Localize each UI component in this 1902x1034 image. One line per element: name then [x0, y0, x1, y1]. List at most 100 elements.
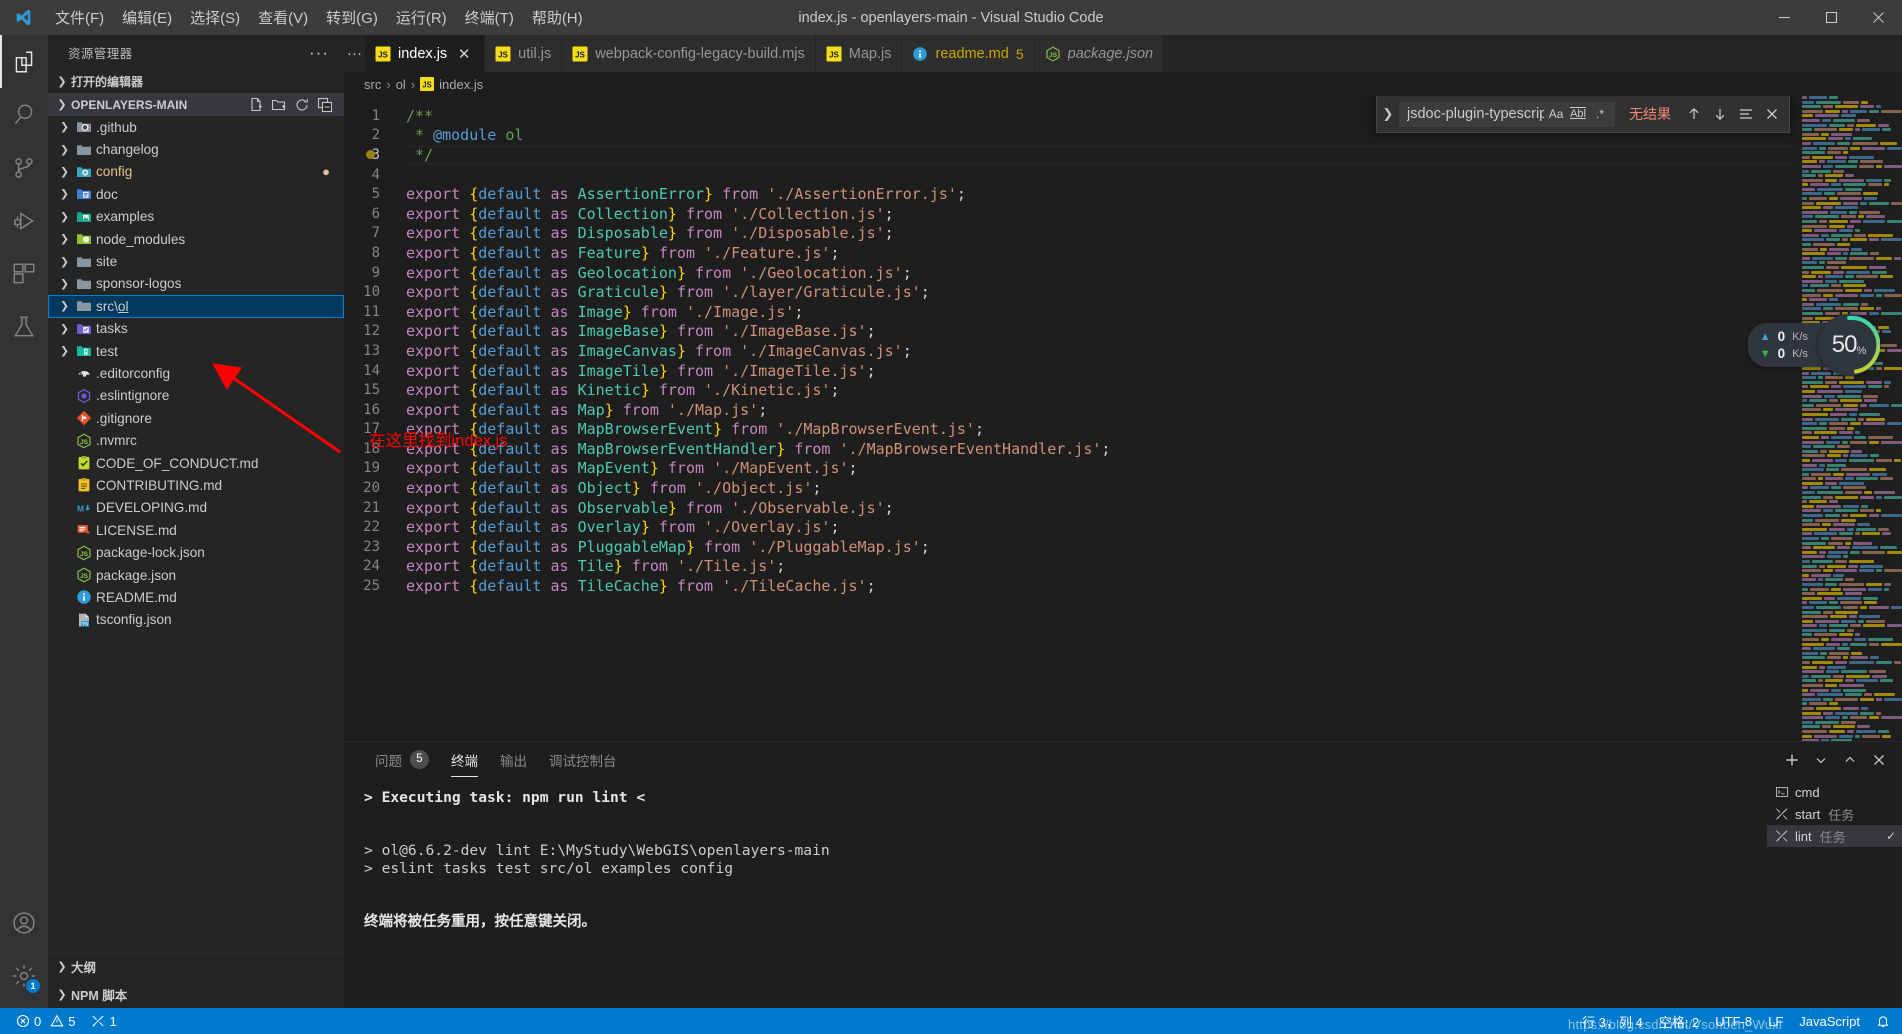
terminal-list-item-cmd[interactable]: cmd: [1767, 781, 1902, 803]
panel-tab-0[interactable]: 问题 5: [364, 742, 440, 777]
code-lines[interactable]: 1/** 2 * @module ol 3 */4 5 export {default …: [344, 96, 1902, 596]
panel-tab-3[interactable]: 调试控制台: [538, 742, 628, 777]
code-line[interactable]: 25 export {default as TileCache} from './…: [344, 576, 1902, 596]
match-case-icon[interactable]: Aa: [1546, 104, 1566, 124]
cursor-position[interactable]: 行 3，列 4: [1574, 1012, 1651, 1031]
chevron-right-icon[interactable]: ❯: [56, 278, 73, 290]
close-icon[interactable]: [1759, 102, 1785, 126]
menu-run[interactable]: 运行(R): [387, 0, 456, 35]
menu-bar[interactable]: 文件(F) 编辑(E) 选择(S) 查看(V) 转到(G) 运行(R) 终端(T…: [46, 0, 592, 35]
code-line-text[interactable]: */: [406, 146, 1902, 164]
status-bar[interactable]: 0 5 1 行 3，列 4 空格: 2 UTF-8 LF JavaScript …: [0, 1008, 1902, 1034]
chevron-right-icon[interactable]: ❯: [56, 166, 73, 178]
code-line-text[interactable]: export {default as Object} from './Objec…: [406, 479, 1902, 497]
search-icon[interactable]: [0, 88, 48, 141]
chevron-down-icon[interactable]: [1808, 747, 1834, 773]
terminal-instances-list[interactable]: cmd start 任务 lint 任务 ✓: [1767, 777, 1902, 1008]
code-line-text[interactable]: export {default as Image} from './Image.…: [406, 303, 1902, 321]
terminal-list-item-start[interactable]: start 任务: [1767, 803, 1902, 825]
regex-icon[interactable]: .*: [1590, 104, 1610, 124]
editor-tabs[interactable]: ··· JS index.js ✕ JS util.js JS webpack-config…: [344, 35, 1902, 72]
chevron-right-icon[interactable]: ❯: [56, 323, 73, 335]
minimap[interactable]: [1794, 96, 1902, 741]
chevron-right-icon[interactable]: ❯: [56, 144, 73, 156]
tree-item--gitignore[interactable]: .gitignore: [48, 407, 344, 429]
code-line-text[interactable]: export {default as ImageCanvas} from './…: [406, 342, 1902, 360]
workspace-actions[interactable]: [248, 97, 344, 113]
code-line[interactable]: 6 export {default as Collection} from './…: [344, 204, 1902, 224]
settings-gear-icon[interactable]: 1: [0, 949, 48, 1002]
code-line[interactable]: 3 */: [344, 145, 1902, 165]
breadcrumb-ol[interactable]: ol: [396, 77, 406, 92]
bell-icon[interactable]: [1868, 1014, 1898, 1028]
tree-item-code-of-conduct-md[interactable]: CODE_OF_CONDUCT.md: [48, 452, 344, 474]
code-line[interactable]: 17 export {default as MapBrowserEvent} fr…: [344, 420, 1902, 440]
chevron-right-icon[interactable]: ❯: [56, 300, 73, 312]
code-line-text[interactable]: export {default as Collection} from './C…: [406, 205, 1902, 223]
chevron-right-icon[interactable]: ❯: [56, 121, 73, 133]
explorer-icon[interactable]: [0, 35, 48, 88]
code-line-text[interactable]: export {default as AssertionError} from …: [406, 185, 1902, 203]
tree-item-doc[interactable]: ❯ doc: [48, 183, 344, 205]
tree-item-config[interactable]: ❯ config ●: [48, 161, 344, 183]
panel-actions[interactable]: [1779, 742, 1902, 777]
tree-item-tasks[interactable]: ❯ tasks: [48, 318, 344, 340]
code-line-text[interactable]: export {default as ImageTile} from './Im…: [406, 362, 1902, 380]
sidebar-more-actions-icon[interactable]: ···: [309, 43, 334, 63]
code-line[interactable]: 18 export {default as MapBrowserEventHand…: [344, 439, 1902, 459]
find-input[interactable]: jsdoc-plugin-typescript Aa Abl .*: [1399, 101, 1615, 127]
toggle-replace-icon[interactable]: ❯: [1377, 106, 1399, 122]
code-line[interactable]: 11 export {default as Image} from './Imag…: [344, 302, 1902, 322]
tabs-overflow-icon[interactable]: ···: [344, 35, 365, 72]
chevron-right-icon[interactable]: ❯: [56, 188, 73, 200]
account-icon[interactable]: [0, 896, 48, 949]
code-line[interactable]: 16 export {default as Map} from './Map.js…: [344, 400, 1902, 420]
code-line-text[interactable]: export {default as Disposable} from './D…: [406, 224, 1902, 242]
run-debug-icon[interactable]: [0, 194, 48, 247]
tree-item-sponsor-logos[interactable]: ❯ sponsor-logos: [48, 273, 344, 295]
code-line[interactable]: 10 export {default as Graticule} from './…: [344, 282, 1902, 302]
breadcrumb-src[interactable]: src: [364, 77, 381, 92]
code-line-text[interactable]: export {default as Graticule} from './la…: [406, 283, 1902, 301]
code-line[interactable]: 20 export {default as Object} from './Obj…: [344, 478, 1902, 498]
tab-map-js[interactable]: JS Map.js: [815, 35, 903, 72]
indentation[interactable]: 空格: 2: [1651, 1012, 1707, 1031]
tree-item--github[interactable]: ❯ .github: [48, 116, 344, 138]
code-line-text[interactable]: export {default as Observable} from './O…: [406, 499, 1902, 517]
file-tree[interactable]: ❯ .github ❯ changelog ❯ config ● ❯ doc ❯ examples ❯…: [48, 116, 344, 952]
section-workspace[interactable]: ❯ OPENLAYERS-MAIN: [48, 93, 344, 116]
tree-item--eslintignore[interactable]: .eslintignore: [48, 385, 344, 407]
code-line-text[interactable]: export {default as MapEvent} from './Map…: [406, 459, 1902, 477]
close-button[interactable]: [1855, 0, 1902, 35]
section-npm-scripts[interactable]: ❯ NPM 脚本: [48, 980, 344, 1008]
panel-tabs[interactable]: 问题 5 终端 输出 调试控制台: [344, 742, 1902, 777]
menu-help[interactable]: 帮助(H): [523, 0, 592, 35]
code-line-text[interactable]: export {default as Kinetic} from './Kine…: [406, 381, 1902, 399]
code-line[interactable]: 7 export {default as Disposable} from './…: [344, 224, 1902, 244]
tree-item-readme-md[interactable]: README.md: [48, 586, 344, 608]
panel-tab-1[interactable]: 终端: [440, 742, 489, 777]
terminal-list-item-lint[interactable]: lint 任务 ✓: [1767, 825, 1902, 847]
terminal-output[interactable]: > Executing task: npm run lint < > ol@6.6…: [344, 777, 1767, 1008]
menu-edit[interactable]: 编辑(E): [113, 0, 181, 35]
menu-file[interactable]: 文件(F): [46, 0, 113, 35]
tree-item--editorconfig[interactable]: .editorconfig: [48, 362, 344, 384]
code-line[interactable]: 9 export {default as Geolocation} from '.…: [344, 263, 1902, 283]
tab-package-json[interactable]: JS package.json: [1034, 35, 1165, 72]
code-line[interactable]: 19 export {default as MapEvent} from './M…: [344, 459, 1902, 479]
tree-item-developing-md[interactable]: M DEVELOPING.md: [48, 497, 344, 519]
code-line-text[interactable]: export {default as Geolocation} from './…: [406, 264, 1902, 282]
menu-go[interactable]: 转到(G): [317, 0, 387, 35]
code-line[interactable]: 23 export {default as PluggableMap} from …: [344, 537, 1902, 557]
tree-item-tsconfig-json[interactable]: TS tsconfig.json: [48, 609, 344, 631]
extensions-icon[interactable]: [0, 247, 48, 300]
activity-bar[interactable]: 1: [0, 35, 48, 1008]
tab-readme-md[interactable]: readme.md 5: [902, 35, 1035, 72]
code-line[interactable]: 13 export {default as ImageCanvas} from '…: [344, 341, 1902, 361]
menu-selection[interactable]: 选择(S): [181, 0, 249, 35]
performance-overlay[interactable]: ▲ 0 K/s ▼ 0 K/s 50 %: [1747, 314, 1880, 376]
language-mode[interactable]: JavaScript: [1791, 1014, 1868, 1029]
prev-match-icon[interactable]: [1681, 102, 1707, 126]
find-widget[interactable]: ❯ jsdoc-plugin-typescript Aa Abl .* 无结果: [1376, 96, 1790, 133]
menu-terminal[interactable]: 终端(T): [456, 0, 523, 35]
